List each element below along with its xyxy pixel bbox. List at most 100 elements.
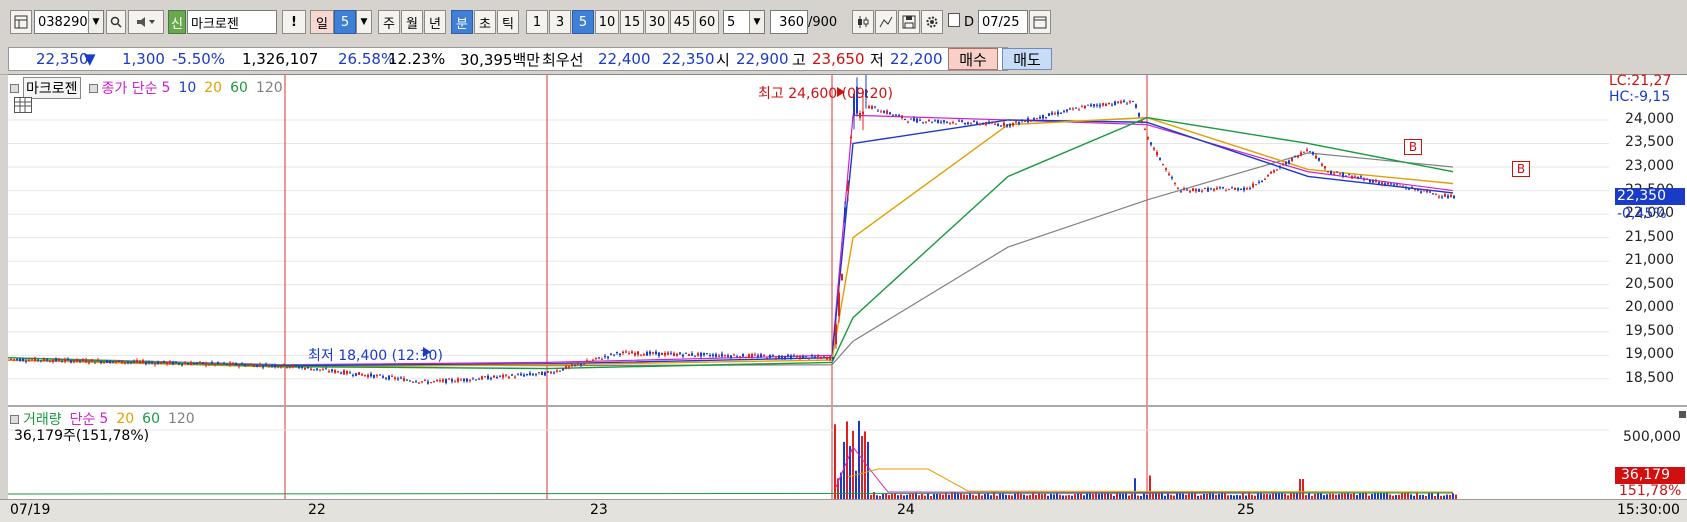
candle-body [313,369,315,371]
price-chart-panel[interactable]: 마크로젠 종가 단순 5 10 20 60 120 최고 24,600 (09:… [8,74,1609,405]
candle-body [559,370,561,372]
candle-body [121,360,123,364]
candle-body [1240,188,1242,190]
candle-body [844,207,846,223]
candle-body [994,123,996,125]
period-tick-button[interactable]: 틱 [497,10,519,34]
speaker-icon[interactable] [128,10,164,34]
custom-period-select[interactable]: 5 ▼ [723,10,765,34]
bar-count-input[interactable]: 360 [770,10,808,34]
candle-body [895,114,897,116]
trade-volume: 1,326,107 [242,50,319,68]
candle-body [643,354,645,356]
candle-body [274,365,276,367]
candle-body [925,121,927,123]
candle-body [586,360,588,363]
save-icon[interactable] [898,10,920,34]
minute-option-3[interactable]: 3 [549,10,571,34]
period-second-button[interactable]: 초 [474,10,496,34]
candle-body [229,362,231,365]
period-week-button[interactable]: 주 [378,10,400,34]
search-icon[interactable] [106,10,126,34]
minute-option-30[interactable]: 30 [645,10,669,34]
sell-button[interactable]: 매도 [1002,48,1052,70]
legend-box-icon[interactable] [10,414,19,424]
candle-body [955,123,957,125]
collapse-icon[interactable] [1679,411,1686,418]
period-year-button[interactable]: 년 [424,10,446,34]
candle-body [622,351,624,354]
candle-body [655,351,657,355]
minute-option-60[interactable]: 60 [695,10,719,34]
legend-box-icon[interactable] [88,83,98,93]
low-label: 저 [870,50,884,69]
volume-y-tick: 500,000 [1623,429,1681,445]
chevron-down-icon[interactable]: ▼ [88,11,103,33]
candle-body [1282,164,1284,166]
period-day-button[interactable]: 일 [310,10,334,34]
candle-body [295,365,297,367]
minute-option-10[interactable]: 10 [595,10,619,34]
menu-icon[interactable] [10,10,32,34]
candle-body [973,120,975,122]
calendar-icon[interactable] [1029,10,1051,34]
candle-body [112,361,114,363]
candle-body [1165,168,1167,170]
candle-body [1399,186,1401,188]
candle-body [427,381,429,384]
candle-body [334,370,336,373]
gear-icon[interactable] [921,10,943,34]
volume-chart-panel[interactable]: 거래량 단순 5 20 60 120 36,179주(151,78%) [8,405,1609,501]
candle-body [1108,103,1110,105]
candle-body [769,354,771,358]
period-day-num[interactable]: 5 [334,10,356,34]
table-icon[interactable] [14,97,32,113]
candle-body [1453,195,1455,199]
minute-option-15[interactable]: 15 [620,10,644,34]
stock-label[interactable]: 마크로젠 [23,77,81,99]
candle-body [1309,151,1311,153]
candle-body [469,379,471,381]
warning-button[interactable]: ! [282,10,306,34]
candle-body [400,377,402,379]
candle-body [823,356,825,358]
candle-body [1087,104,1089,106]
candle-body [628,353,630,355]
candle-body [502,374,504,378]
sell-signal-marker[interactable]: B [1512,161,1530,177]
date-input[interactable]: 07/25 [978,10,1028,34]
candle-body [1267,174,1269,177]
candle-body [1036,118,1038,120]
period-month-button[interactable]: 월 [401,10,423,34]
date-checkbox[interactable] [948,13,960,27]
date-label: D [963,14,974,30]
period-minute-button[interactable]: 분 [451,10,473,34]
minute-option-1[interactable]: 1 [526,10,548,34]
candle-body [43,358,45,362]
legend-box-icon[interactable] [10,83,19,93]
candle-body [1033,118,1035,120]
candle-body [910,118,912,120]
candle-body [442,379,444,382]
candle-body [325,368,327,370]
volume-info: 36,179주(151,78%) [14,428,150,444]
stock-code-input[interactable]: 038290 ▼ [34,10,104,34]
buy-signal-marker[interactable]: B [1404,139,1422,155]
line-tool-icon[interactable] [875,10,897,34]
high-annotation: 최고 24,600 (09:20) [758,86,893,102]
candle-body [1084,105,1086,109]
minute-option-45[interactable]: 45 [670,10,694,34]
candle-body [493,375,495,378]
stock-name-field[interactable]: 마크로젠 [187,10,277,34]
chevron-down-icon[interactable]: ▼ [749,11,764,33]
candle-body [814,356,816,358]
volume-bar [1149,475,1151,499]
candle-body [511,374,513,376]
chevron-down-icon[interactable]: ▼ [356,10,372,34]
buy-button[interactable]: 매수 [948,48,998,70]
candle-body [1129,101,1131,103]
candle-body [937,120,939,123]
minute-option-5[interactable]: 5 [572,10,594,34]
candle-icon[interactable] [852,10,874,34]
candle-body [940,121,942,123]
